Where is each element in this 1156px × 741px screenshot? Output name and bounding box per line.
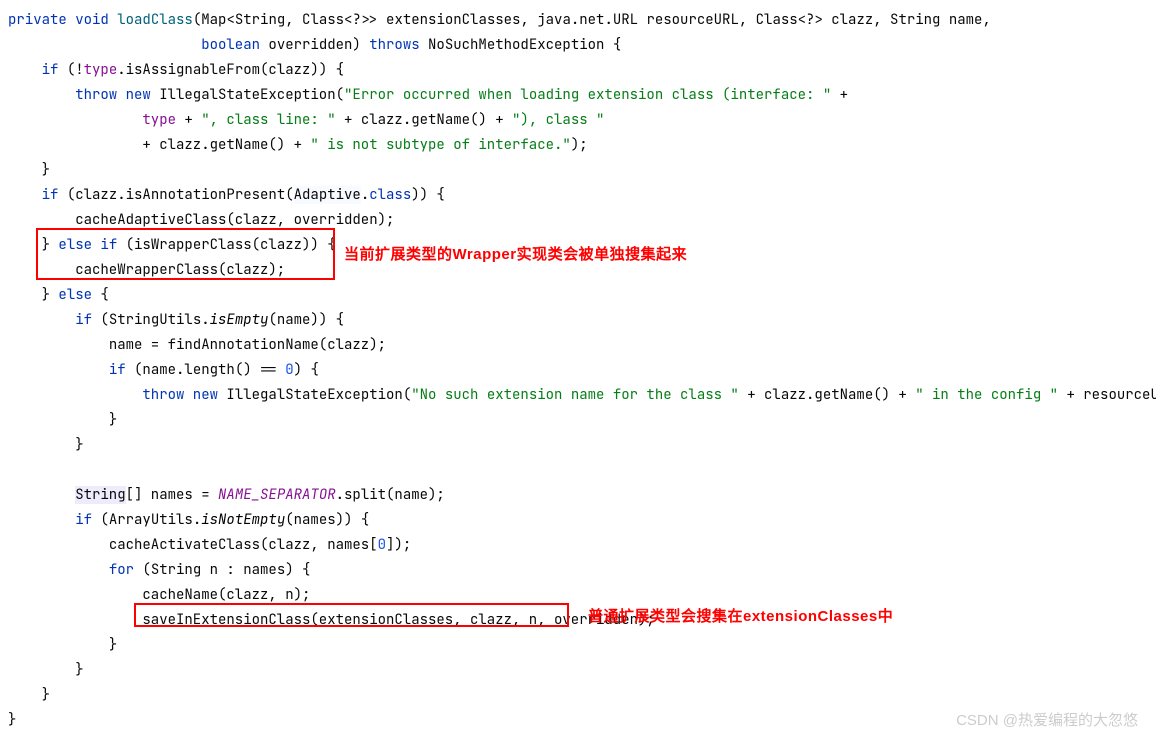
annotation-wrapper: 当前扩展类型的Wrapper实现类会被单独搜集起来 — [344, 242, 687, 267]
code-block: private void loadClass(Map<String, Class… — [8, 8, 1148, 733]
annotation-extension: 普通扩展类型会搜集在extensionClasses中 — [588, 604, 893, 629]
